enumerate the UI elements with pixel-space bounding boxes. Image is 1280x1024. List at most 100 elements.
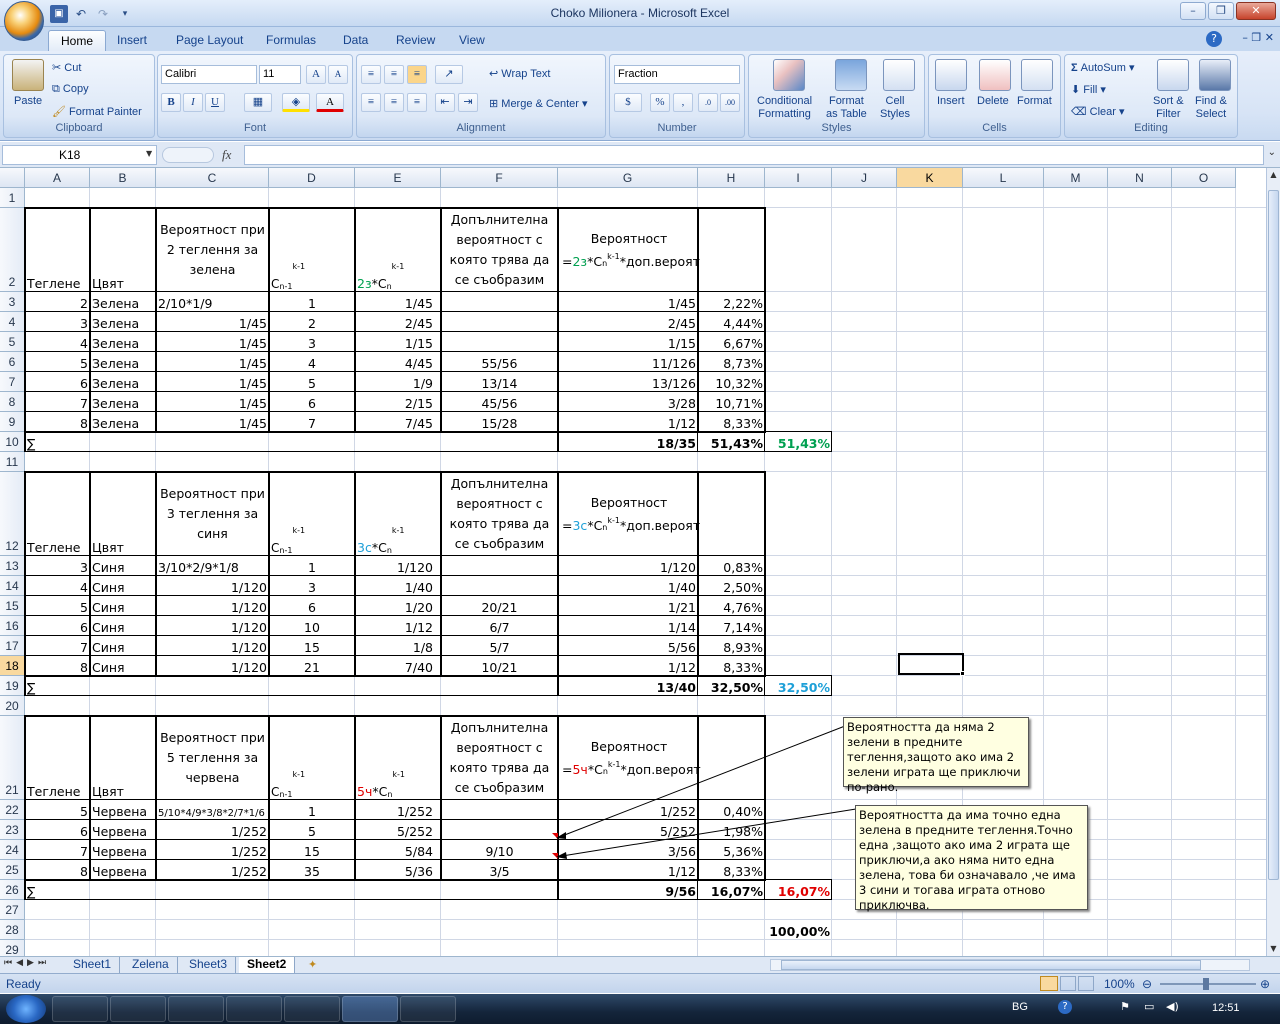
format-as-table-button[interactable]: Format as Table [826, 95, 867, 121]
view-buttons[interactable] [1040, 976, 1096, 991]
increase-decimal-button[interactable]: .0 [698, 93, 718, 112]
taskbar-messenger-icon[interactable] [284, 996, 340, 1022]
number-format-select[interactable]: Fraction [614, 65, 740, 84]
bold-button[interactable]: B [161, 93, 181, 112]
merge-center-button[interactable]: ⊞ Merge & Center ▾ [489, 97, 588, 110]
align-left-button[interactable]: ≡ [361, 93, 381, 112]
autosum-button[interactable]: Σ AutoSum ▾ [1071, 61, 1135, 74]
zoom-in-icon[interactable]: ⊕ [1260, 977, 1270, 991]
scroll-thumb[interactable] [1268, 190, 1279, 880]
help-icon[interactable]: ? [1206, 31, 1222, 47]
shrink-font-button[interactable]: A [328, 65, 348, 84]
taskbar-excel-icon[interactable] [342, 996, 398, 1022]
zoom-out-icon[interactable]: ⊖ [1142, 977, 1152, 991]
fill-color-button[interactable]: ◈ [282, 93, 310, 112]
insert-cells-icon[interactable] [935, 59, 967, 91]
tab-page-layout[interactable]: Page Layout [164, 30, 255, 51]
sheet-tab-zelena[interactable]: Zelena [124, 957, 178, 973]
paste-button[interactable]: Paste [14, 95, 42, 107]
cell-styles-icon[interactable] [883, 59, 915, 91]
sort-filter-button[interactable]: Sort & Filter [1153, 95, 1184, 121]
align-middle-button[interactable]: ≡ [384, 65, 404, 84]
cut-button[interactable]: ✂ Cut [52, 61, 81, 74]
scroll-down-icon[interactable]: ▼ [1268, 944, 1279, 956]
worksheet-grid[interactable]: A B C D E F G H I J K L M N O 1 2 3 4 5 6 7 8 9 10 11 12 13 14 15 16 17… [0, 168, 1266, 956]
conditional-formatting-button[interactable]: Conditional Formatting [757, 95, 812, 121]
page-break-view-icon[interactable] [1078, 976, 1094, 991]
underline-button[interactable]: U [205, 93, 225, 112]
tab-view[interactable]: View [447, 30, 497, 51]
find-select-icon[interactable] [1199, 59, 1231, 91]
volume-tray-icon[interactable]: ◀) [1166, 1000, 1179, 1013]
decrease-decimal-button[interactable]: .00 [720, 93, 740, 112]
percent-style-button[interactable]: % [650, 93, 670, 112]
zoom-slider-thumb[interactable] [1203, 978, 1209, 990]
insert-sheet-icon[interactable]: ✦ [308, 958, 317, 971]
sheet-tab-sheet2[interactable]: Sheet2 [239, 957, 296, 973]
taskbar-ie-icon[interactable] [110, 996, 166, 1022]
align-bottom-button[interactable]: ≡ [407, 65, 427, 84]
sheet-tab-sheet1[interactable]: Sheet1 [65, 957, 121, 973]
sheet-nav-arrows[interactable]: ⏮◀▶⏭ [4, 958, 50, 968]
h-scroll-thumb[interactable] [781, 960, 1201, 970]
decrease-indent-button[interactable]: ⇤ [435, 93, 455, 112]
network-tray-icon[interactable]: ▭ [1144, 1000, 1154, 1013]
tab-review[interactable]: Review [384, 30, 447, 51]
tab-data[interactable]: Data [331, 30, 380, 51]
insert-cells-button[interactable]: Insert [937, 95, 965, 107]
page-layout-view-icon[interactable] [1060, 976, 1076, 991]
scroll-up-icon[interactable]: ▲ [1268, 170, 1279, 182]
name-box[interactable]: K18 [2, 145, 157, 165]
font-color-button[interactable]: A [316, 93, 344, 112]
tab-home[interactable]: Home [48, 30, 107, 51]
normal-view-icon[interactable] [1040, 976, 1058, 991]
conditional-formatting-icon[interactable] [773, 59, 805, 91]
fill-button[interactable]: ⬇ Fill ▾ [1071, 83, 1106, 96]
font-size-select[interactable]: 11 [259, 65, 301, 84]
comment-f24[interactable]: Вероятността да няма 2 зелени в предните… [843, 717, 1029, 794]
taskbar-media-center-icon[interactable] [168, 996, 224, 1022]
horizontal-scrollbar[interactable] [770, 959, 1250, 971]
close-button[interactable]: ✕ [1236, 2, 1276, 20]
align-top-button[interactable]: ≡ [361, 65, 381, 84]
font-name-select[interactable]: Calibri [161, 65, 257, 84]
italic-button[interactable]: I [183, 93, 203, 112]
wrap-text-button[interactable]: ↩ Wrap Text [489, 67, 550, 80]
delete-cells-button[interactable]: Delete [977, 95, 1009, 107]
format-cells-icon[interactable] [1021, 59, 1053, 91]
name-box-dropdown-icon[interactable]: ▼ [146, 149, 152, 158]
formula-input[interactable] [244, 145, 1264, 165]
increase-indent-button[interactable]: ⇥ [458, 93, 478, 112]
comma-style-button[interactable]: , [673, 93, 693, 112]
align-right-button[interactable]: ≡ [407, 93, 427, 112]
tab-formulas[interactable]: Formulas [254, 30, 328, 51]
clear-button[interactable]: ⌫ Clear ▾ [1071, 105, 1125, 118]
copy-button[interactable]: ⧉ Copy [52, 83, 89, 96]
accounting-format-button[interactable]: $ [614, 93, 642, 112]
zoom-level[interactable]: 100% [1104, 977, 1135, 991]
format-painter-button[interactable]: 🖌 Format Painter [52, 105, 142, 118]
taskbar-media-player-icon[interactable] [226, 996, 282, 1022]
taskbar-explorer-icon[interactable] [52, 996, 108, 1022]
comment-f25[interactable]: Вероятността да има точно една зелена в … [855, 805, 1088, 912]
format-cells-button[interactable]: Format [1017, 95, 1052, 107]
office-button[interactable] [4, 1, 44, 41]
workbook-window-controls[interactable]: – ❐ ✕ [1242, 31, 1274, 44]
flag-tray-icon[interactable]: ⚑ [1120, 1000, 1130, 1013]
insert-function-button[interactable]: fx [222, 147, 231, 163]
tab-insert[interactable]: Insert [105, 30, 159, 51]
taskbar-paint-icon[interactable] [400, 996, 456, 1022]
restore-button[interactable]: ❐ [1208, 2, 1234, 20]
sheet-tab-sheet3[interactable]: Sheet3 [181, 957, 237, 973]
help-tray-icon[interactable]: ? [1058, 1000, 1072, 1014]
cell-styles-button[interactable]: Cell Styles [880, 95, 910, 121]
delete-cells-icon[interactable] [979, 59, 1011, 91]
vertical-scrollbar[interactable]: ▲ ▼ [1266, 168, 1280, 958]
align-center-button[interactable]: ≡ [384, 93, 404, 112]
expand-formula-bar-icon[interactable]: ⌄ [1268, 147, 1276, 158]
borders-button[interactable]: ▦ [244, 93, 272, 112]
paste-icon[interactable] [12, 59, 44, 91]
sort-filter-icon[interactable] [1157, 59, 1189, 91]
language-indicator[interactable]: BG [1012, 1001, 1028, 1013]
orientation-button[interactable]: ↗ [435, 65, 463, 84]
